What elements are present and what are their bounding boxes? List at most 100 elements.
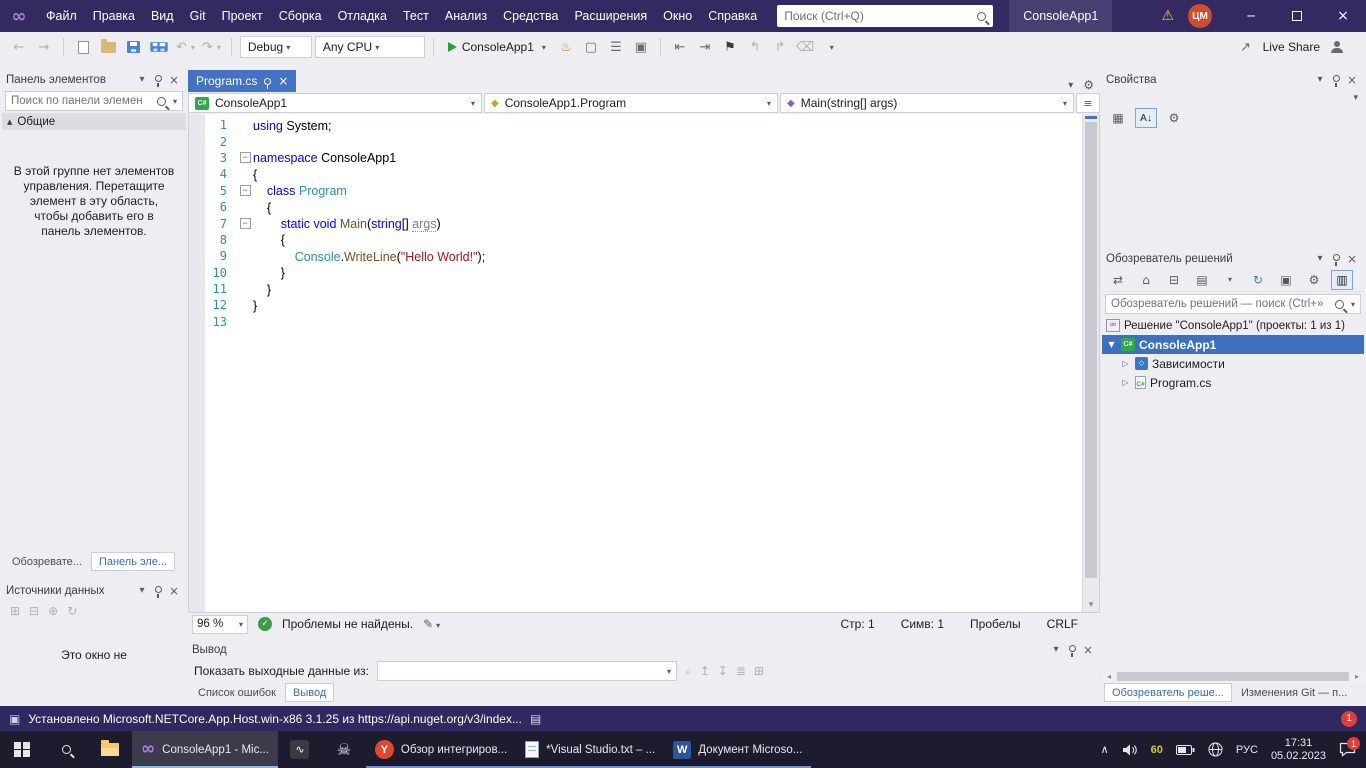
properties-object-combo[interactable]: ▾: [1102, 89, 1364, 107]
toolbox-header[interactable]: Панель элементов ▾ ×: [2, 70, 186, 89]
hot-reload-icon[interactable]: ♨: [555, 35, 577, 59]
start-button[interactable]: [0, 731, 44, 768]
preview-window-icon[interactable]: ▢: [580, 35, 602, 59]
pin-icon[interactable]: [1328, 74, 1344, 85]
volume-icon[interactable]: [1122, 743, 1138, 757]
configuration-combo[interactable]: Debug ▾: [240, 36, 312, 58]
close-tab-icon[interactable]: ×: [278, 74, 288, 88]
split-window-button[interactable]: ≡: [1076, 93, 1100, 113]
scrollbar-thumb[interactable]: [1085, 122, 1097, 578]
output-source-combo[interactable]: ▾: [377, 661, 677, 681]
code-line[interactable]: 1using System;: [189, 117, 1082, 133]
clear-output-icon[interactable]: ≣: [736, 664, 746, 678]
menu-item[interactable]: Проект: [214, 0, 271, 32]
window-menu-icon[interactable]: ▾: [1312, 253, 1328, 264]
sync-with-active-document-icon[interactable]: ⇄: [1107, 270, 1129, 290]
window-menu-icon[interactable]: ▾: [1048, 644, 1064, 655]
line-structure-icon[interactable]: ☰: [605, 35, 627, 59]
open-file-icon[interactable]: [97, 35, 119, 59]
code-line[interactable]: 7− static void Main(string[] args): [189, 215, 1082, 231]
zoom-combo[interactable]: 96 % ▾: [192, 615, 248, 634]
show-all-files-icon[interactable]: ▤: [1191, 270, 1213, 290]
tab-solution-explorer[interactable]: Обозреватель реше...: [1104, 683, 1232, 702]
code-line[interactable]: 5− class Program: [189, 183, 1082, 199]
solution-explorer-header[interactable]: Обозреватель решений ▾ ×: [1102, 249, 1364, 268]
project-dropdown[interactable]: C# ConsoleApp1 ▾: [188, 93, 482, 113]
indent-increase-icon[interactable]: ⇥: [694, 35, 716, 59]
line-ending[interactable]: CRLF: [1047, 617, 1078, 631]
action-center-button[interactable]: 1: [1339, 742, 1356, 757]
properties-header[interactable]: Свойства ▾ ×: [1102, 70, 1364, 89]
toolbox-search-input[interactable]: Поиск по панели элемен ▾: [5, 91, 183, 111]
scroll-right-icon[interactable]: ▸: [1350, 672, 1364, 681]
collapse-region-icon[interactable]: −: [237, 218, 253, 229]
indent-decrease-icon[interactable]: ⇤: [669, 35, 691, 59]
collapse-region-icon[interactable]: −: [237, 185, 253, 196]
battery-icon[interactable]: [1176, 745, 1195, 755]
scrollbar-thumb[interactable]: [1117, 672, 1349, 681]
previous-bookmark-icon[interactable]: ↰: [744, 35, 766, 59]
menu-item[interactable]: Окно: [655, 0, 700, 32]
clear-bookmarks-icon[interactable]: ⌫: [794, 35, 816, 59]
pin-icon[interactable]: [1064, 644, 1080, 655]
refresh-icon[interactable]: ↻: [1247, 270, 1269, 290]
toolbox-category-general[interactable]: ▲ Общие: [2, 113, 186, 130]
chevron-down-icon[interactable]: ▾: [1219, 270, 1241, 290]
taskbar-game2-button[interactable]: ☠: [322, 731, 366, 768]
status-log-icon[interactable]: ▤: [530, 712, 541, 726]
pin-icon[interactable]: [1328, 253, 1344, 264]
nest-files-icon[interactable]: ▣: [1275, 270, 1297, 290]
window-options-icon[interactable]: ⚙: [1083, 78, 1094, 92]
code-line[interactable]: 3−namespace ConsoleApp1: [189, 150, 1082, 166]
tab-error-list[interactable]: Список ошибок: [190, 683, 284, 702]
window-menu-icon[interactable]: ▾: [134, 74, 150, 85]
navigate-forward-icon[interactable]: →: [33, 35, 55, 59]
language-indicator[interactable]: РУС: [1236, 744, 1258, 756]
refresh-data-source-icon[interactable]: ↻: [67, 604, 77, 618]
expanded-arrow-icon[interactable]: ▼: [1106, 340, 1117, 349]
tray-expand-icon[interactable]: ∧: [1101, 743, 1109, 756]
data-sources-header[interactable]: Источники данных ▾ ×: [2, 581, 186, 600]
quick-search-input[interactable]: Поиск (Ctrl+Q): [777, 5, 993, 27]
close-window-button[interactable]: ×: [1320, 0, 1366, 32]
pin-tab-icon[interactable]: [264, 78, 271, 85]
pin-icon[interactable]: [150, 74, 166, 85]
next-bookmark-icon[interactable]: ↱: [769, 35, 791, 59]
type-dropdown[interactable]: ◆ ConsoleApp1.Program ▾: [484, 93, 778, 113]
tree-row-program-cs[interactable]: ▷ C# Program.cs: [1102, 373, 1364, 392]
tab-server-explorer[interactable]: Обозревате...: [4, 552, 90, 571]
configure-data-source-icon[interactable]: ⊕: [48, 604, 58, 618]
property-pages-icon[interactable]: ⚙: [1163, 108, 1185, 128]
new-window-icon[interactable]: ▣: [630, 35, 652, 59]
toolbar-options-icon[interactable]: ▾: [819, 35, 841, 59]
window-menu-icon[interactable]: ▾: [134, 585, 150, 596]
switch-views-icon[interactable]: ▥: [1331, 270, 1353, 290]
close-icon[interactable]: ×: [1344, 252, 1360, 266]
platform-combo[interactable]: Any CPU ▾: [315, 36, 425, 58]
menu-item[interactable]: Вид: [143, 0, 182, 32]
redo-icon[interactable]: ↷▾: [200, 35, 223, 59]
code-line[interactable]: 6 {: [189, 199, 1082, 215]
editor-vertical-scrollbar[interactable]: ▾: [1082, 114, 1099, 612]
scroll-left-icon[interactable]: ◂: [1102, 672, 1116, 681]
battery-percent-text[interactable]: 60: [1151, 744, 1163, 756]
solution-search-input[interactable]: Обозреватель решений — поиск (Ctrl+» ▾: [1105, 294, 1361, 314]
code-line[interactable]: 4{: [189, 166, 1082, 182]
home-icon[interactable]: ⌂: [1135, 270, 1157, 290]
categorized-view-icon[interactable]: ▦: [1107, 108, 1129, 128]
code-line[interactable]: 8 {: [189, 232, 1082, 248]
tree-row-project[interactable]: ▼ C# ConsoleApp1: [1102, 335, 1364, 354]
add-data-source-icon[interactable]: ⊞: [10, 604, 20, 618]
output-header[interactable]: Вывод ▾ ×: [188, 640, 1100, 659]
menu-item[interactable]: Git: [182, 0, 214, 32]
tab-toolbox[interactable]: Панель эле...: [91, 552, 175, 571]
close-icon[interactable]: ×: [166, 73, 182, 87]
collapsed-arrow-icon[interactable]: ▷: [1120, 378, 1131, 387]
maximize-button[interactable]: [1274, 0, 1320, 32]
code-line[interactable]: 2: [189, 133, 1082, 149]
code-editor[interactable]: 1using System;23−namespace ConsoleApp14{…: [188, 114, 1100, 613]
code-line[interactable]: 12}: [189, 297, 1082, 313]
document-list-icon[interactable]: ▾: [1068, 80, 1073, 91]
menu-item[interactable]: Сборка: [271, 0, 330, 32]
collapse-all-icon[interactable]: ⊟: [1163, 270, 1185, 290]
